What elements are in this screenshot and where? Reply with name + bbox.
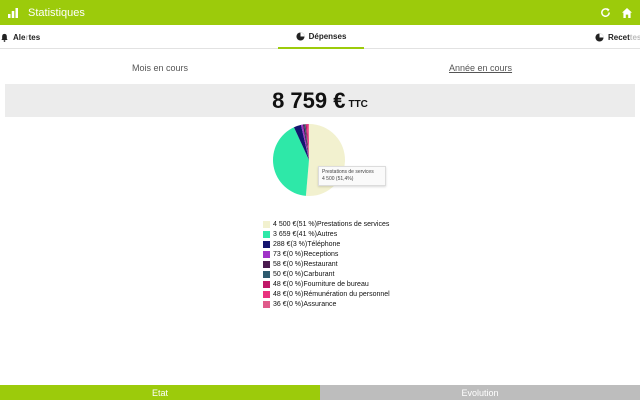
- legend-label: 48 €(0 %)Fourniture de bureau: [273, 280, 369, 288]
- legend-swatch: [263, 250, 270, 258]
- tooltip-label: Prestations de services: [322, 169, 374, 175]
- chart-tooltip: Prestations de services 4 500 (51,4%): [318, 166, 386, 186]
- legend-item[interactable]: 48 €(0 %)Rémunération du personnel: [263, 289, 390, 299]
- total-suffix: TTC: [348, 99, 368, 110]
- pie-chart-icon: [595, 32, 604, 42]
- tab-evolution[interactable]: Evolution: [320, 385, 640, 400]
- pie-chart-svg: [273, 124, 345, 196]
- pie-chart-icon: [296, 31, 305, 41]
- legend-item[interactable]: 48 €(0 %)Fourniture de bureau: [263, 279, 390, 289]
- tab-depenses[interactable]: Dépenses: [278, 25, 364, 49]
- legend-label: 50 €(0 %)Carburant: [273, 270, 335, 278]
- bar-chart-icon: [2, 0, 24, 25]
- legend-item[interactable]: 50 €(0 %)Carburant: [263, 269, 390, 279]
- header-actions: [598, 6, 634, 20]
- tab-recettes[interactable]: Recettes: [595, 25, 640, 49]
- tooltip-value: 4 500 (51,4%): [322, 176, 354, 182]
- legend-swatch: [263, 270, 270, 278]
- page-title: Statistiques: [28, 6, 85, 19]
- tab-alertes-prefix: Ale: [13, 32, 26, 42]
- legend-item[interactable]: 288 €(3 %)Téléphone: [263, 239, 390, 249]
- legend-label: 288 €(3 %)Téléphone: [273, 240, 341, 248]
- app-root: Statistiques Alertes Dépenses Recettes M…: [0, 0, 640, 400]
- legend-item[interactable]: 58 €(0 %)Restaurant: [263, 259, 390, 269]
- period-month-link[interactable]: Mois en cours: [132, 63, 188, 73]
- legend-item[interactable]: 3 659 €(41 %)Autres: [263, 229, 390, 239]
- legend-swatch: [263, 300, 270, 308]
- legend-swatch: [263, 280, 270, 288]
- tab-recettes-text: Recet: [608, 32, 630, 42]
- home-icon: [622, 7, 632, 18]
- pie-chart: [268, 120, 388, 200]
- app-header: Statistiques: [0, 0, 640, 25]
- legend-label: 36 €(0 %)Assurance: [273, 300, 337, 308]
- refresh-button[interactable]: [598, 6, 612, 20]
- legend-label: 4 500 €(51 %)Prestations de services: [273, 220, 390, 228]
- bottom-tab-bar: Etat Evolution: [0, 385, 640, 400]
- legend-swatch: [263, 240, 270, 248]
- period-year-link[interactable]: Année en cours: [449, 63, 512, 73]
- legend-label: 58 €(0 %)Restaurant: [273, 260, 338, 268]
- tab-depenses-label: Dépenses: [308, 31, 347, 41]
- legend-item[interactable]: 4 500 €(51 %)Prestations de services: [263, 219, 390, 229]
- total-banner: 8 759 € TTC: [5, 84, 635, 117]
- tab-etat[interactable]: Etat: [0, 385, 320, 400]
- legend-label: 3 659 €(41 %)Autres: [273, 230, 338, 238]
- legend-label: 48 €(0 %)Rémunération du personnel: [273, 290, 390, 298]
- tab-bar: Alertes Dépenses Recettes: [0, 25, 640, 49]
- tab-alertes-suffix: tes: [28, 32, 41, 42]
- legend-swatch: [263, 230, 270, 238]
- tab-alertes[interactable]: Alertes: [0, 25, 40, 49]
- tab-recettes-fade: tes: [629, 32, 640, 42]
- legend-label: 73 €(0 %)Receptions: [273, 250, 339, 258]
- legend-item[interactable]: 36 €(0 %)Assurance: [263, 299, 390, 309]
- tab-alertes-label: Alertes: [13, 33, 40, 42]
- refresh-icon: [600, 7, 610, 17]
- legend-item[interactable]: 73 €(0 %)Receptions: [263, 249, 390, 259]
- home-button[interactable]: [620, 6, 634, 20]
- total-amount: 8 759 €: [272, 87, 346, 113]
- bell-icon: [1, 33, 8, 42]
- tab-recettes-label: Recettes: [608, 33, 640, 42]
- legend-swatch: [263, 290, 270, 298]
- legend-swatch: [263, 220, 270, 228]
- legend-swatch: [263, 260, 270, 268]
- chart-legend: 4 500 €(51 %)Prestations de services 3 65…: [263, 219, 390, 309]
